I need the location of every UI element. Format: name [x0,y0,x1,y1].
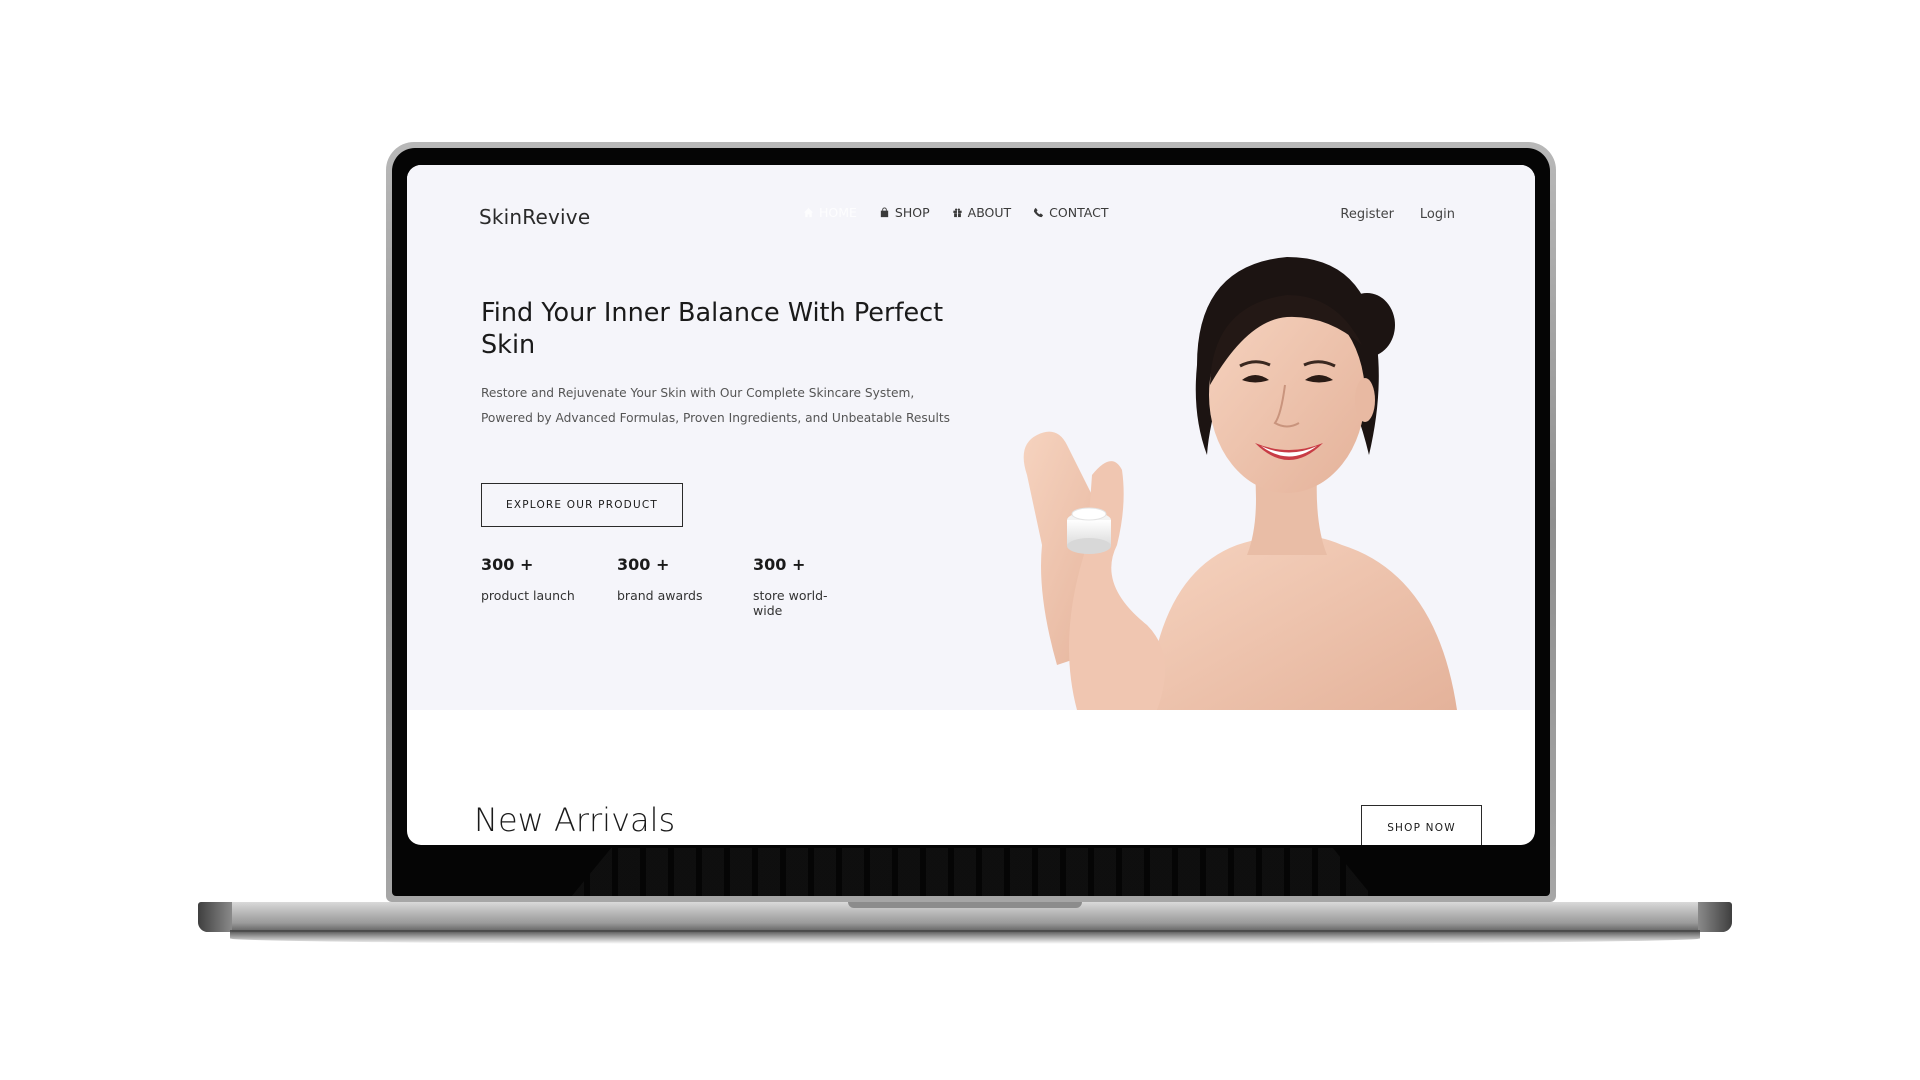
nav-item-contact[interactable]: CONTACT [1033,205,1108,220]
stat-label: brand awards [617,588,703,603]
nav-item-home[interactable]: HOME [803,205,857,220]
base-shadow [230,930,1700,944]
main-nav: HOME SHOP ABOUT CONTACT [803,205,1108,220]
home-icon [803,207,814,218]
laptop-lid: SkinRevive HOME SHOP ABOUT CONTACT Regis… [386,142,1556,902]
stat-store-worldwide: 300 + store world-wide [753,555,851,618]
nav-item-shop[interactable]: SHOP [879,205,930,220]
shopping-bag-icon [880,207,889,218]
base-notch [848,902,1082,908]
nav-label-contact: CONTACT [1049,205,1109,220]
model-photo [1023,257,1457,710]
explore-product-button[interactable]: EXPLORE OUR PRODUCT [481,483,683,527]
nav-label-home: HOME [819,205,857,220]
shop-now-button[interactable]: SHOP NOW [1361,805,1482,845]
keyboard-reflection [562,848,1382,896]
nav-item-about[interactable]: ABOUT [952,205,1012,220]
stat-value: 300 + [481,555,534,574]
auth-links: Register Login [1340,207,1455,222]
stats-row: 300 + product launch 300 + brand awards … [481,555,851,618]
laptop-bezel: SkinRevive HOME SHOP ABOUT CONTACT Regis… [392,148,1550,896]
nav-label-shop: SHOP [894,205,930,220]
stat-brand-awards: 300 + brand awards [617,555,715,618]
laptop-base [198,902,1732,932]
stat-label: product launch [481,588,575,603]
hero-subtitle: Restore and Rejuvenate Your Skin with Ou… [481,386,951,425]
site-logo[interactable]: SkinRevive [479,205,590,229]
stat-product-launch: 300 + product launch [481,555,579,618]
laptop-screen: SkinRevive HOME SHOP ABOUT CONTACT Regis… [407,165,1535,845]
stat-label: store world-wide [753,588,828,618]
login-link[interactable]: Login [1420,207,1455,222]
new-arrivals-title: New Arrivals [474,801,676,839]
nav-label-about: ABOUT [967,205,1012,220]
stat-value: 300 + [617,555,670,574]
register-link[interactable]: Register [1340,207,1394,222]
hero-section: SkinRevive HOME SHOP ABOUT CONTACT Regis… [407,165,1535,710]
gift-icon [953,208,962,218]
hero-title: Find Your Inner Balance With Perfect Ski… [481,298,944,360]
stat-value: 300 + [753,555,806,574]
phone-icon [1034,207,1044,218]
